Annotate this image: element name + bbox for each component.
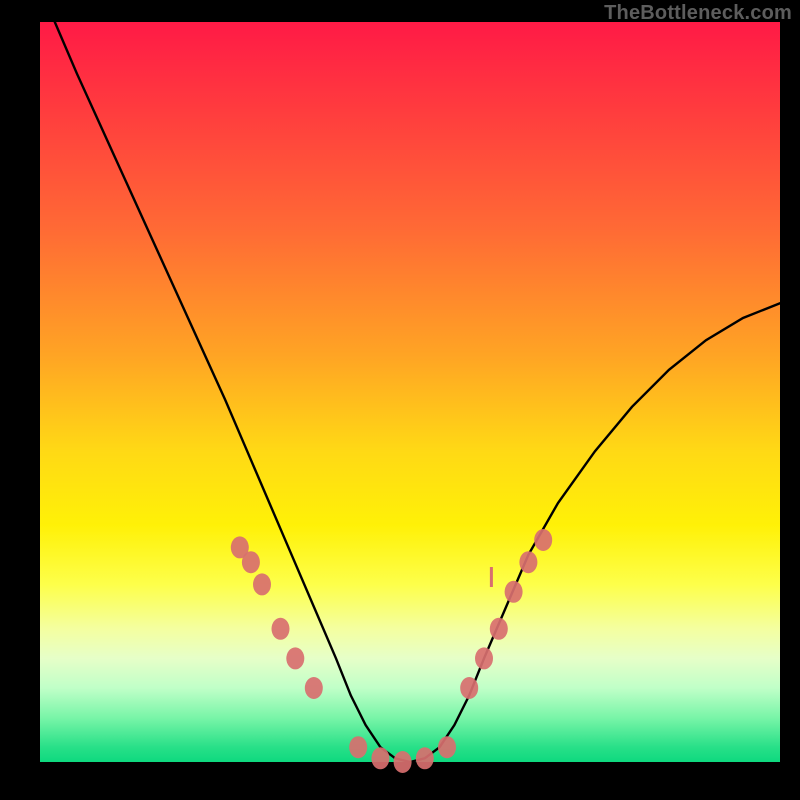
plot-area (40, 22, 780, 762)
marker-dot (519, 551, 537, 573)
chart-frame: TheBottleneck.com (0, 0, 800, 800)
marker-group (231, 529, 552, 773)
marker-dot (460, 677, 478, 699)
marker-dot (272, 618, 290, 640)
bottleneck-curve (55, 22, 780, 762)
annotation-group (490, 567, 493, 587)
marker-dot (534, 529, 552, 551)
marker-dot (371, 747, 389, 769)
plot-svg (40, 22, 780, 762)
marker-dot (286, 647, 304, 669)
marker-dot (253, 573, 271, 595)
marker-dot (475, 647, 493, 669)
marker-dot (242, 551, 260, 573)
marker-dot (438, 736, 456, 758)
marker-dot (305, 677, 323, 699)
marker-dot (349, 736, 367, 758)
marker-dot (505, 581, 523, 603)
marker-dot (416, 747, 434, 769)
marker-dot (394, 751, 412, 773)
marker-dot (490, 618, 508, 640)
tick-glyph (490, 567, 493, 587)
